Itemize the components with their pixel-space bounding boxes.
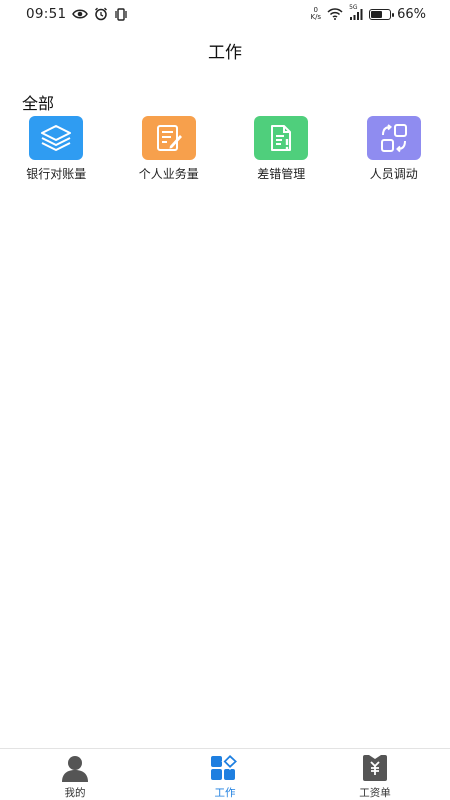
grid-label: 人员调动	[369, 167, 418, 181]
alarm-icon	[94, 7, 108, 21]
battery-fill	[371, 10, 383, 18]
grid-label: 差错管理	[257, 167, 306, 181]
battery-percent: 66%	[397, 6, 426, 22]
bottom-nav: 我的 工作 工资单	[0, 748, 450, 800]
eye-icon	[72, 8, 89, 20]
nav-item-payslip[interactable]: 工资单	[300, 749, 450, 800]
grid-item-personnel-transfer[interactable]: 人员调动	[338, 116, 450, 182]
nav-label: 工作	[214, 787, 236, 799]
grid-item-personal-business[interactable]: 个人业务量	[113, 116, 226, 182]
status-bar: 09:51 0 K/s 5G 66%	[0, 0, 450, 28]
grid-item-error-management[interactable]: 差错管理	[225, 116, 338, 182]
layers-icon[interactable]	[29, 116, 84, 160]
nav-label: 工资单	[359, 787, 391, 799]
grid-item-bank-reconciliation[interactable]: 银行对账量	[0, 116, 113, 182]
person-icon[interactable]	[59, 753, 91, 783]
grid-label: 银行对账量	[26, 167, 87, 181]
vibrate-icon	[114, 7, 128, 21]
status-left: 09:51	[26, 6, 128, 22]
status-time: 09:51	[26, 6, 67, 22]
cell-signal-icon: 5G	[349, 4, 363, 20]
nav-item-work[interactable]: 工作	[150, 749, 300, 800]
payslip-icon[interactable]	[359, 753, 391, 783]
net-speed-unit: K/s	[310, 13, 322, 21]
feature-grid: 银行对账量 个人业务量 差错管理 人员调动	[0, 116, 450, 182]
net-speed: 0 K/s	[310, 7, 321, 21]
document-alert-icon[interactable]	[254, 116, 309, 160]
edit-document-icon[interactable]	[141, 116, 196, 160]
wifi-icon	[327, 8, 343, 20]
battery-icon	[369, 8, 395, 20]
work-grid-icon[interactable]	[209, 753, 241, 783]
section-title: 全部	[22, 94, 55, 113]
status-right: 0 K/s 5G 66%	[310, 4, 426, 22]
swap-icon[interactable]	[366, 116, 421, 160]
nav-item-mine[interactable]: 我的	[0, 749, 150, 800]
nav-label: 我的	[64, 787, 86, 799]
page-title: 工作	[208, 43, 242, 63]
signal-label: 5G	[349, 4, 358, 11]
grid-label: 个人业务量	[138, 167, 199, 181]
